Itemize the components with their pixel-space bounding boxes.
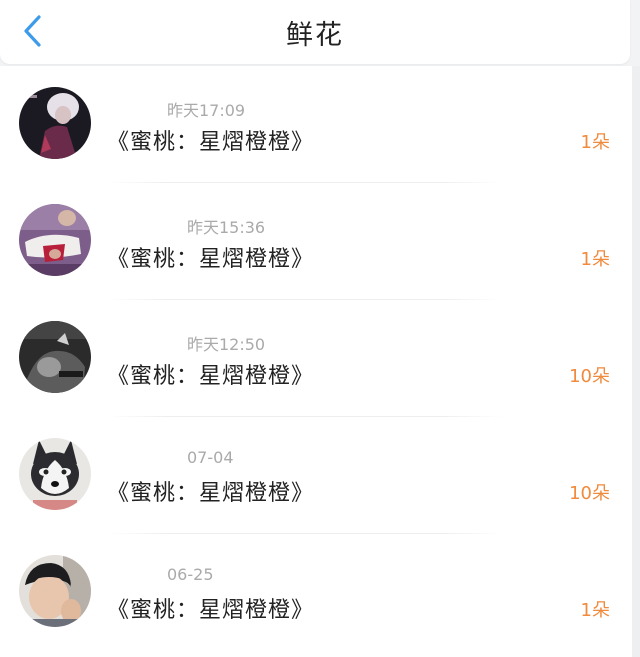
user-avatar[interactable] [19,87,91,159]
husky-avatar[interactable] [19,438,91,510]
flower-record-list: 昨天17:09 《蜜桃：星熠橙橙》 1朵 昨天15:36 《蜜桃：星熠橙橙》 1… [0,66,632,657]
flower-count: 1朵 [580,249,610,270]
flower-count: 1朵 [580,600,610,621]
user-avatar[interactable] [19,555,91,627]
flower-count: 10朵 [569,366,610,387]
record-time: 昨天12:50 [187,335,266,354]
record-time: 07-04 [187,448,234,467]
top-bar: 鲜花 [0,0,630,64]
record-time: 昨天17:09 [167,101,246,120]
user-avatar[interactable] [19,321,91,393]
record-title: 《蜜桃：星熠橙橙》 [107,130,315,155]
page-title: 鲜花 [286,20,344,51]
list-item[interactable]: 07-04 《蜜桃：星熠橙橙》 10朵 [0,417,632,534]
list-item[interactable]: 昨天12:50 《蜜桃：星熠橙橙》 10朵 [0,300,632,417]
list-item[interactable]: 昨天17:09 《蜜桃：星熠橙橙》 1朵 [0,66,632,183]
flowers-page: 鲜花 昨天17:09 《蜜桃：星熠橙橙》 1朵 昨天15:36 《蜜桃：星熠橙橙… [0,0,640,657]
record-title: 《蜜桃：星熠橙橙》 [107,364,315,389]
flower-count: 10朵 [569,483,610,504]
list-item[interactable]: 06-25 《蜜桃：星熠橙橙》 1朵 [0,534,632,651]
record-time: 昨天15:36 [187,218,266,237]
record-title: 《蜜桃：星熠橙橙》 [107,247,315,272]
flower-count: 1朵 [580,132,610,153]
record-title: 《蜜桃：星熠橙橙》 [107,481,315,506]
record-time: 06-25 [167,565,214,584]
list-item[interactable]: 昨天15:36 《蜜桃：星熠橙橙》 1朵 [0,183,632,300]
user-avatar[interactable] [19,204,91,276]
record-title: 《蜜桃：星熠橙橙》 [107,598,315,623]
scroll-track[interactable] [632,66,640,657]
